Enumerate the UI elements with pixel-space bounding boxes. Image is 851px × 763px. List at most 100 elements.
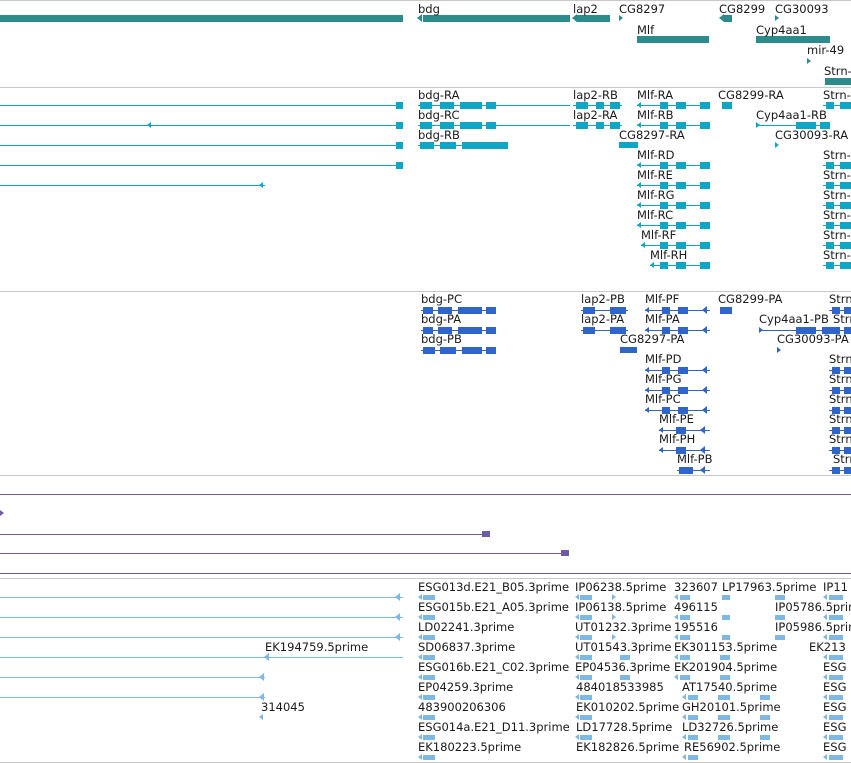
feature-label[interactable]: 484018533985 bbox=[576, 680, 664, 694]
feature-label[interactable]: 483900206306 bbox=[418, 700, 506, 714]
feature-label[interactable]: Mlf-RA bbox=[637, 88, 673, 102]
feature-label[interactable]: EK182826.5prime bbox=[576, 740, 679, 754]
cds[interactable] bbox=[679, 467, 693, 474]
exon[interactable] bbox=[596, 122, 604, 129]
feature-label[interactable]: Mlf-PF bbox=[645, 292, 679, 306]
feature-label[interactable]: Strn bbox=[833, 312, 851, 326]
feature-label[interactable]: ESG013d.E21_B05.3prime bbox=[418, 580, 569, 594]
feature-label[interactable]: ESG bbox=[823, 660, 846, 674]
intron-line[interactable] bbox=[0, 657, 403, 658]
feature-label[interactable]: Mlf bbox=[637, 23, 654, 37]
exon[interactable] bbox=[462, 142, 508, 149]
exon[interactable] bbox=[700, 102, 710, 109]
feature-label[interactable]: Strn- bbox=[823, 188, 851, 202]
feature-label[interactable]: Strn bbox=[829, 352, 851, 366]
feature-label[interactable]: Mlf-PH bbox=[659, 432, 695, 446]
feature-label[interactable]: 496115 bbox=[674, 600, 718, 614]
feature-label[interactable]: EP04259.3prime bbox=[418, 680, 513, 694]
feature-label[interactable]: Cyp4aa1-PB bbox=[759, 312, 829, 326]
feature-label[interactable]: Strn bbox=[829, 392, 851, 406]
feature-label[interactable]: Strn bbox=[829, 372, 851, 386]
exon[interactable] bbox=[486, 122, 496, 129]
exon[interactable] bbox=[700, 242, 710, 249]
feature-label[interactable]: EK213 bbox=[809, 640, 846, 654]
feature-label[interactable]: GH20101.5prime bbox=[682, 700, 781, 714]
exon[interactable] bbox=[700, 162, 710, 169]
feature-label[interactable]: CG8297-PA bbox=[620, 332, 684, 346]
feature-label[interactable]: bdg-RB bbox=[418, 128, 460, 142]
exon[interactable] bbox=[700, 202, 710, 209]
exon[interactable] bbox=[396, 102, 403, 109]
exon[interactable] bbox=[676, 222, 686, 229]
feature-label[interactable]: Strn bbox=[829, 432, 851, 446]
feature-label[interactable]: Mlf-PE bbox=[659, 412, 694, 426]
feature-label[interactable]: Strn bbox=[833, 452, 851, 466]
feature-label[interactable]: bdg-PB bbox=[421, 332, 462, 346]
feature-label[interactable]: UT01232.3prime bbox=[575, 620, 672, 634]
exon[interactable] bbox=[460, 122, 482, 129]
feature-label[interactable]: bdg-PC bbox=[421, 292, 462, 306]
feature-label[interactable]: LD32726.5prime bbox=[682, 720, 778, 734]
feature-label[interactable]: bdg-PA bbox=[421, 312, 461, 326]
exon[interactable] bbox=[396, 122, 403, 129]
feature-label[interactable]: Strn- bbox=[823, 228, 851, 242]
cds[interactable] bbox=[720, 307, 732, 314]
feature-label[interactable]: SD06837.3prime bbox=[418, 640, 515, 654]
exon[interactable] bbox=[676, 202, 686, 209]
intron-line[interactable] bbox=[0, 617, 403, 618]
feature-label[interactable]: RE56902.5prime bbox=[684, 740, 780, 754]
feature-label[interactable]: Mlf-RD bbox=[637, 148, 675, 162]
feature-label[interactable]: Mlf-RG bbox=[637, 188, 675, 202]
feature-label[interactable]: ESG bbox=[823, 740, 846, 754]
est-block[interactable] bbox=[829, 755, 843, 760]
exon[interactable] bbox=[420, 142, 434, 149]
feature-label[interactable]: CG30093 bbox=[775, 2, 829, 16]
intron-line[interactable] bbox=[0, 597, 403, 598]
exon[interactable] bbox=[660, 262, 668, 269]
exon[interactable] bbox=[486, 102, 496, 109]
gene-block[interactable] bbox=[724, 15, 732, 22]
cds[interactable] bbox=[440, 347, 456, 354]
intron-line[interactable] bbox=[0, 125, 403, 126]
feature-label[interactable]: IP06138.5prime bbox=[575, 600, 666, 614]
feature-label[interactable]: IP05986.5prime bbox=[775, 620, 851, 634]
ncrna-block[interactable] bbox=[482, 531, 490, 537]
feature-label[interactable]: IP05786.5prime bbox=[775, 600, 851, 614]
cds[interactable] bbox=[844, 467, 851, 474]
est-block[interactable] bbox=[688, 755, 698, 760]
feature-label[interactable]: ESG bbox=[823, 720, 846, 734]
cds[interactable] bbox=[583, 327, 595, 334]
exon[interactable] bbox=[700, 262, 710, 269]
intron-line[interactable] bbox=[0, 534, 490, 535]
feature-label[interactable]: Mlf-PD bbox=[645, 352, 681, 366]
feature-label[interactable]: Cyp4aa1 bbox=[756, 23, 807, 37]
est-block[interactable] bbox=[722, 615, 730, 620]
exon[interactable] bbox=[440, 142, 456, 149]
intron-line[interactable] bbox=[0, 677, 265, 678]
feature-label[interactable]: LP17963.5prime bbox=[722, 580, 816, 594]
feature-label[interactable]: IP11 bbox=[823, 580, 848, 594]
exon[interactable] bbox=[396, 162, 403, 169]
feature-label[interactable]: Strn bbox=[829, 412, 851, 426]
feature-label[interactable]: LD17728.5prime bbox=[576, 720, 672, 734]
exon[interactable] bbox=[840, 102, 851, 109]
feature-label[interactable]: IP06238.5prime bbox=[575, 580, 666, 594]
exon[interactable] bbox=[826, 262, 834, 269]
exon[interactable] bbox=[700, 222, 710, 229]
cds[interactable] bbox=[832, 467, 840, 474]
genome-track-viewer[interactable]: bdg lap2 CG8297 CG8299 CG30093 Mlf Cyp4aa1 mir-… bbox=[0, 0, 851, 763]
feature-label[interactable]: CG8299-PA bbox=[718, 292, 782, 306]
exon[interactable] bbox=[700, 122, 710, 129]
exon[interactable] bbox=[676, 262, 686, 269]
intron-line[interactable] bbox=[0, 494, 851, 495]
feature-label[interactable]: bdg bbox=[418, 2, 440, 16]
feature-label[interactable]: CG8297 bbox=[619, 2, 665, 16]
gene-block[interactable] bbox=[0, 15, 403, 22]
est-block[interactable] bbox=[423, 755, 435, 760]
intron-line[interactable] bbox=[0, 697, 265, 698]
cds[interactable] bbox=[486, 327, 496, 334]
feature-label[interactable]: UT01543.3prime bbox=[575, 640, 672, 654]
intron-line[interactable] bbox=[0, 105, 403, 106]
feature-label[interactable]: Strn bbox=[829, 292, 851, 306]
feature-label[interactable]: Strn- bbox=[823, 148, 851, 162]
